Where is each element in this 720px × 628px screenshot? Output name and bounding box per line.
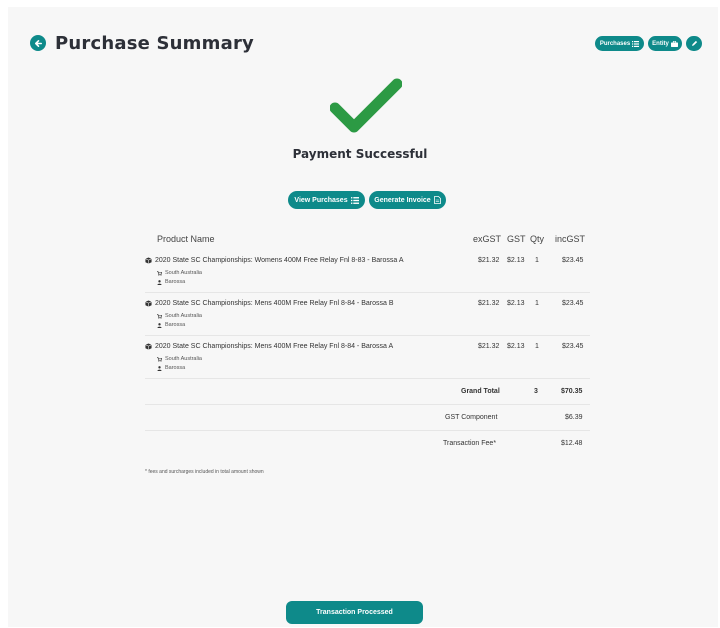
briefcase-icon <box>670 40 678 47</box>
column-header-exgst: exGST <box>473 234 502 244</box>
row-exgst: $21.32 <box>478 257 500 264</box>
fees-footnote: * fees and surcharges included in total … <box>145 469 264 475</box>
grand-total-value: $70.35 <box>561 388 583 395</box>
view-purchases-button[interactable]: View Purchases <box>288 191 365 209</box>
grand-total-qty: 3 <box>534 388 538 395</box>
product-club: Barossa <box>165 365 186 371</box>
row-incgst: $23.45 <box>562 343 584 350</box>
entity-nav-label: Entity <box>652 40 669 47</box>
product-club: Barossa <box>165 322 186 328</box>
user-icon <box>157 322 162 328</box>
entity-nav-button[interactable]: Entity <box>648 36 682 51</box>
transaction-processed-button[interactable]: Transaction Processed <box>286 601 423 624</box>
package-icon <box>145 300 152 307</box>
purchases-nav-button[interactable]: Purchases <box>595 36 644 51</box>
pencil-icon <box>691 40 698 47</box>
product-region: South Australia <box>165 313 202 319</box>
grand-total-label: Grand Total <box>461 388 500 395</box>
cart-icon <box>157 270 162 276</box>
list-icon <box>632 40 640 47</box>
table-header: Product Name exGST GST Qty incGST <box>145 228 590 250</box>
column-header-incgst: incGST <box>555 234 586 244</box>
product-club: Barossa <box>165 279 186 285</box>
purchase-table: Product Name exGST GST Qty incGST 2020 S… <box>145 228 590 457</box>
edit-button[interactable] <box>686 36 702 51</box>
page-title: Purchase Summary <box>55 33 254 54</box>
generate-invoice-label: Generate Invoice <box>374 196 431 204</box>
arrow-left-icon <box>34 39 43 48</box>
list-icon <box>350 196 359 204</box>
user-icon <box>157 279 162 285</box>
row-exgst: $21.32 <box>478 343 500 350</box>
product-name: 2020 State SC Championships: Mens 400M F… <box>155 300 394 307</box>
row-gst: $2.13 <box>507 343 525 350</box>
checkmark-icon <box>330 78 402 134</box>
table-row: 2020 State SC Championships: Womens 400M… <box>145 250 590 293</box>
row-gst: $2.13 <box>507 300 525 307</box>
package-icon <box>145 257 152 264</box>
gst-component-row: GST Component $6.39 <box>145 405 590 431</box>
transaction-fee-label: Transaction Fee* <box>443 440 497 447</box>
document-icon <box>433 196 441 204</box>
purchases-nav-label: Purchases <box>599 40 631 47</box>
generate-invoice-button[interactable]: Generate Invoice <box>369 191 446 209</box>
row-qty: 1 <box>535 257 539 264</box>
package-icon <box>145 343 152 350</box>
user-icon <box>157 365 162 371</box>
table-row: 2020 State SC Championships: Mens 400M F… <box>145 293 590 336</box>
cart-icon <box>157 356 162 362</box>
transaction-fee-row: Transaction Fee* $12.48 <box>145 431 590 457</box>
row-incgst: $23.45 <box>562 300 584 307</box>
column-header-gst: GST <box>507 234 526 244</box>
row-qty: 1 <box>535 343 539 350</box>
grand-total-row: Grand Total 3 $70.35 <box>145 379 590 405</box>
row-gst: $2.13 <box>507 257 525 264</box>
column-header-product: Product Name <box>157 234 215 244</box>
product-region: South Australia <box>165 270 202 276</box>
row-exgst: $21.32 <box>478 300 500 307</box>
gst-component-value: $6.39 <box>565 414 583 421</box>
row-incgst: $23.45 <box>562 257 584 264</box>
transaction-fee-value: $12.48 <box>561 440 583 447</box>
product-name: 2020 State SC Championships: Womens 400M… <box>155 257 404 264</box>
table-row: 2020 State SC Championships: Mens 400M F… <box>145 336 590 379</box>
view-purchases-label: View Purchases <box>294 196 348 204</box>
product-name: 2020 State SC Championships: Mens 400M F… <box>155 343 394 350</box>
payment-status-message: Payment Successful <box>292 147 428 161</box>
column-header-qty: Qty <box>530 234 545 244</box>
product-region: South Australia <box>165 356 202 362</box>
gst-component-label: GST Component <box>445 414 498 421</box>
back-button[interactable] <box>30 35 46 51</box>
cart-icon <box>157 313 162 319</box>
row-qty: 1 <box>535 300 539 307</box>
